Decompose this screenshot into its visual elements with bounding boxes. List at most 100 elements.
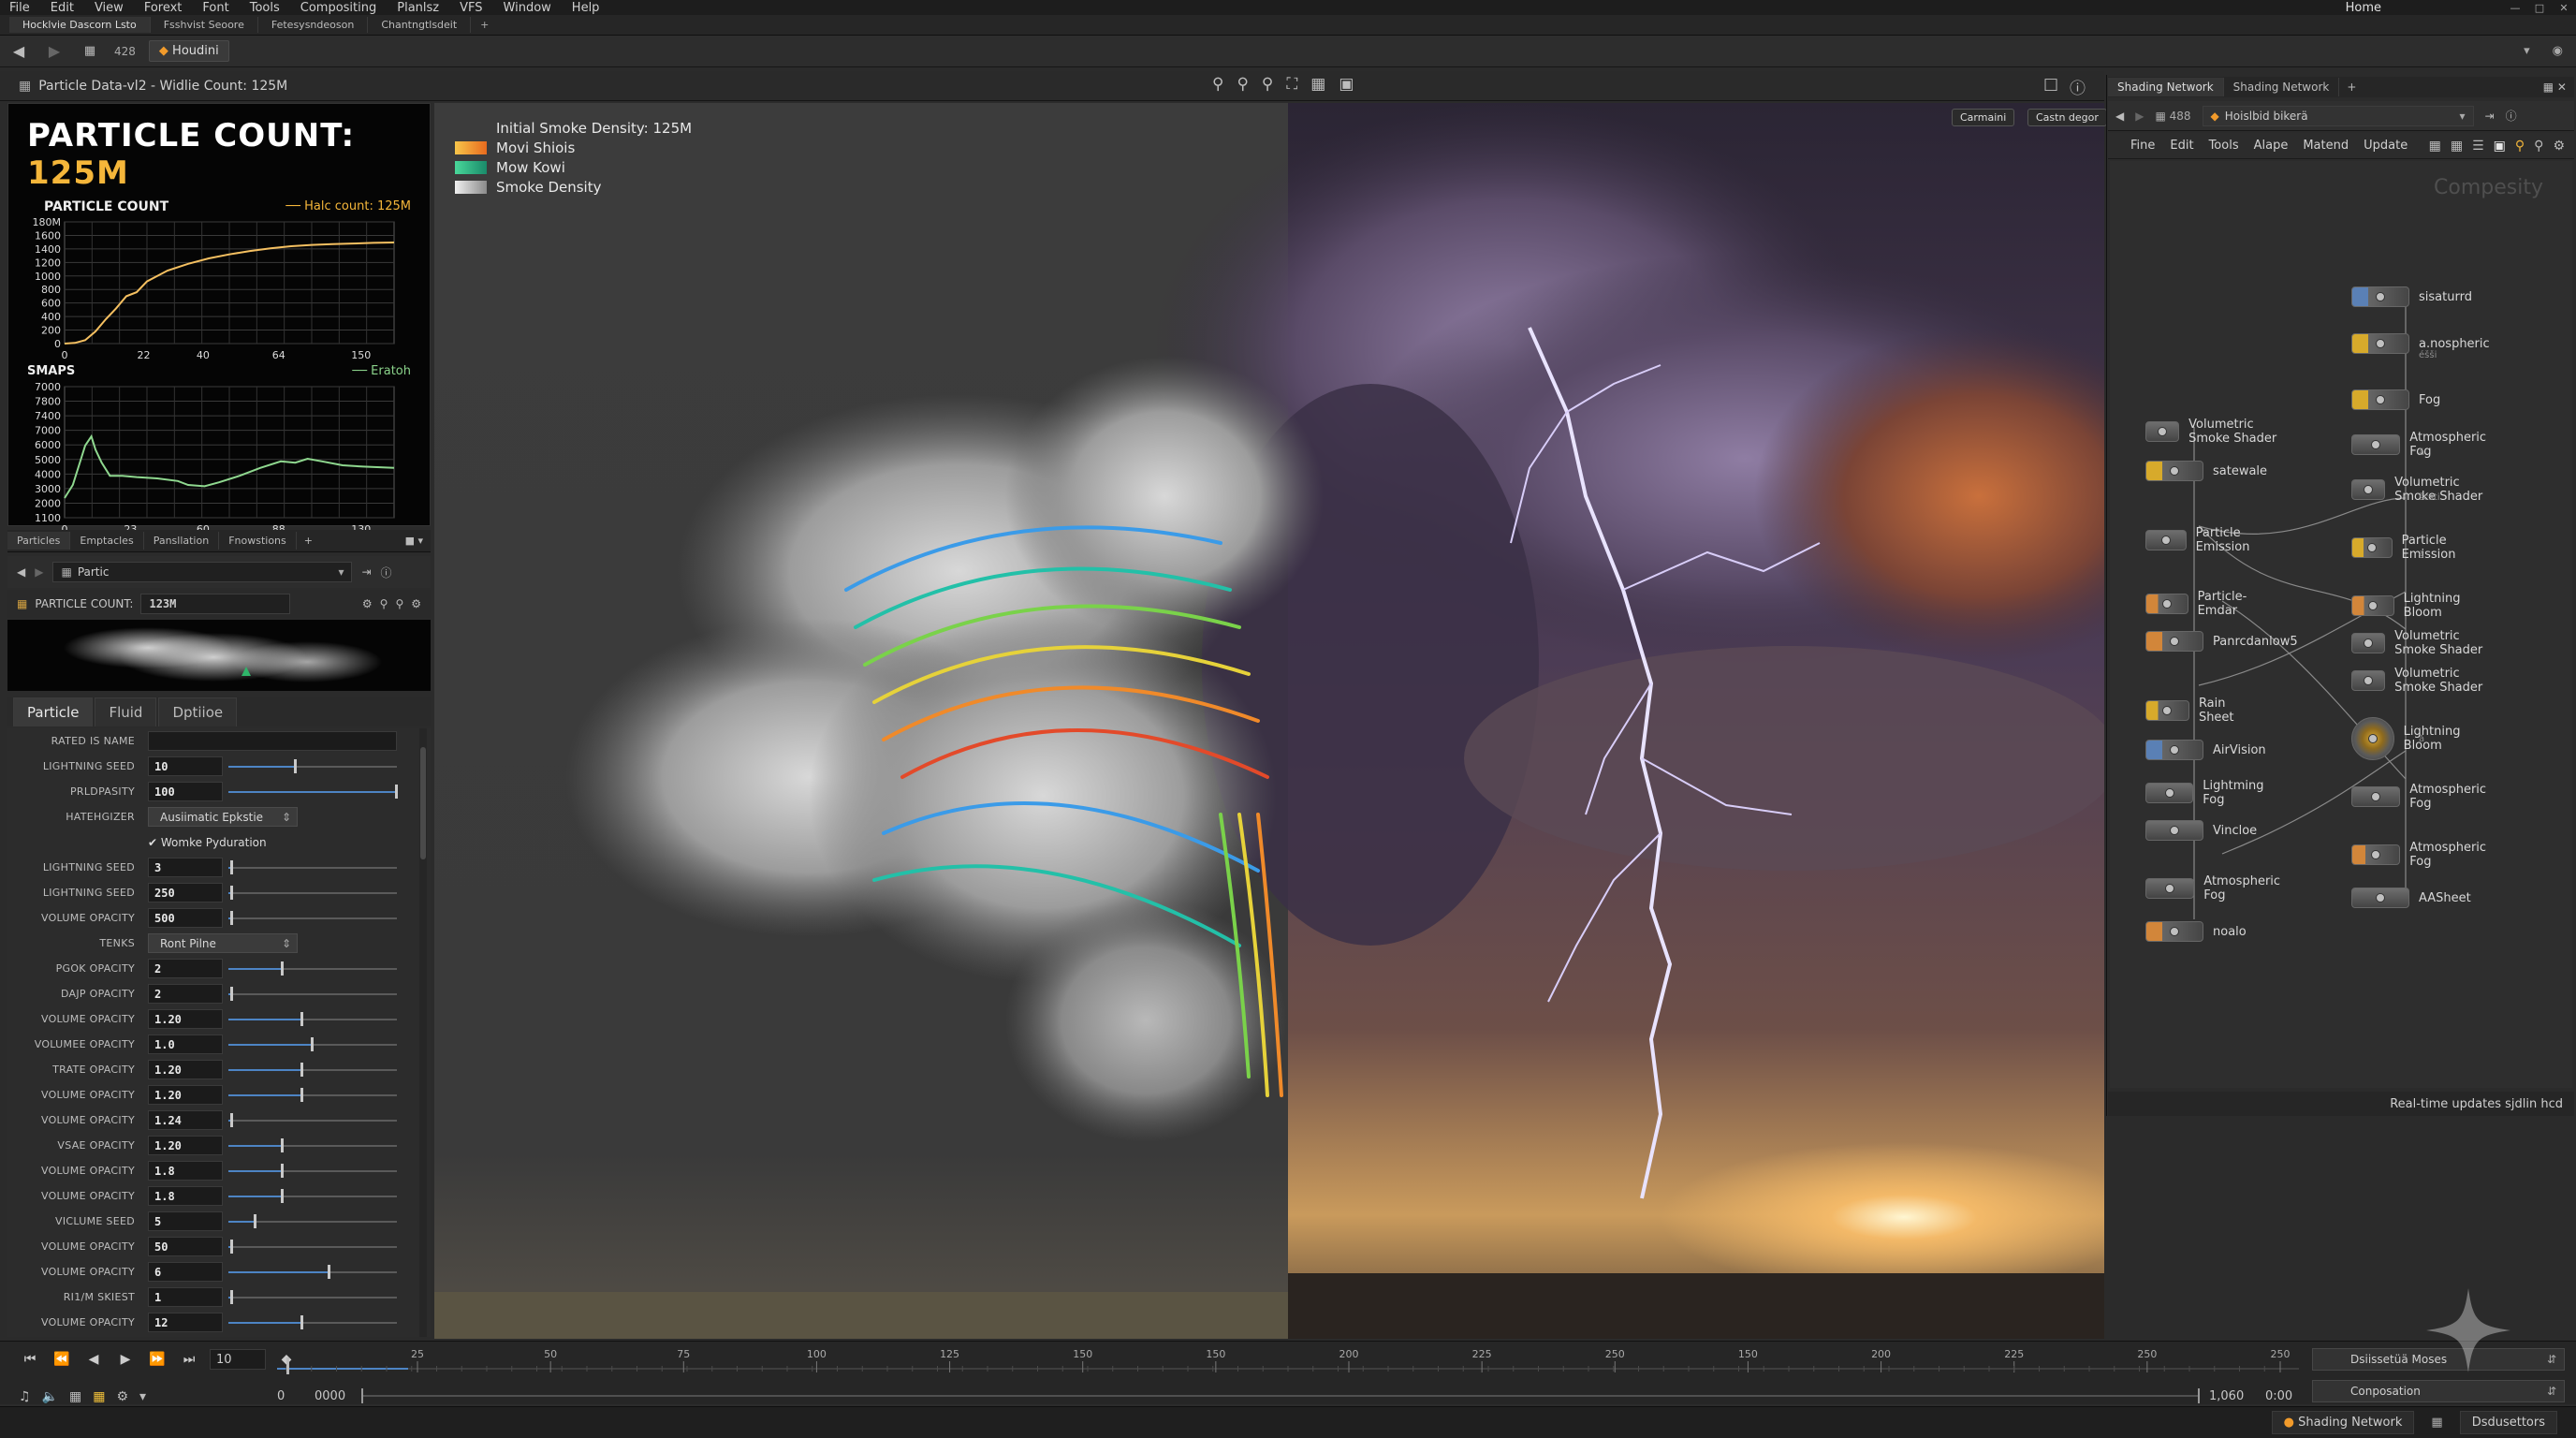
param-value-field[interactable]: 3: [148, 858, 223, 877]
param-value-field[interactable]: [148, 731, 397, 751]
particles-path-field[interactable]: ▦ Partic ▾: [52, 562, 353, 582]
network-node-chip[interactable]: ▦ 488: [2155, 110, 2190, 123]
network-menu-material[interactable]: Matend: [2303, 139, 2349, 153]
network-node[interactable]: Particle Emission š: [2351, 534, 2473, 562]
network-menu-update[interactable]: Update: [2364, 139, 2408, 153]
param-checkbox[interactable]: ✔ Womke Pyduration: [148, 836, 267, 849]
zoom-in-icon[interactable]: ⚲: [1212, 75, 1223, 94]
frame-all-icon[interactable]: ⛶: [1286, 75, 1297, 94]
param-value-field[interactable]: 1.24: [148, 1110, 223, 1130]
param-slider[interactable]: [228, 1287, 397, 1307]
status-shading-network[interactable]: ● Shading Network: [2271, 1411, 2415, 1434]
maximize-icon[interactable]: □: [2527, 2, 2552, 14]
menu-font[interactable]: Font: [202, 1, 228, 15]
step-forward-icon[interactable]: ⏩: [146, 1348, 168, 1371]
close-icon[interactable]: ✕: [2552, 2, 2576, 14]
pane-menu-icon[interactable]: ■ ▾: [405, 535, 423, 547]
menu-window[interactable]: Window: [504, 1, 551, 15]
node-box[interactable]: [2351, 888, 2409, 908]
network-node[interactable]: Atmospheric Fog: [2351, 841, 2496, 869]
status-dsdusettors[interactable]: Dsdusettors: [2459, 1411, 2557, 1434]
param-value-field[interactable]: 250: [148, 883, 223, 902]
network-node[interactable]: sisaturrd: [2351, 286, 2472, 307]
network-node[interactable]: Particle Emission: [2145, 526, 2267, 554]
param-slider[interactable]: [228, 908, 397, 928]
desktop-selector[interactable]: Home: [2346, 1, 2381, 15]
speaker-icon[interactable]: 🔈: [42, 1389, 58, 1404]
param-slider[interactable]: [228, 959, 397, 978]
network-node[interactable]: Lightning Bloom ă: [2351, 717, 2476, 760]
global-icon[interactable]: ⚙: [116, 1389, 128, 1404]
display-options-button[interactable]: Castn degor: [2027, 109, 2107, 126]
param-slider[interactable]: [228, 1161, 397, 1181]
desktop-tab[interactable]: Fsshvist Seoore: [151, 17, 258, 33]
slider-thumb[interactable]: [300, 1063, 304, 1077]
tab-fluid[interactable]: Fluid: [95, 697, 157, 726]
network-node[interactable]: Lightming Fog: [2145, 779, 2274, 807]
slider-thumb[interactable]: [280, 961, 284, 976]
param-value-field[interactable]: 2: [148, 984, 223, 1004]
path-context-chip[interactable]: ◆ Houdini: [148, 40, 229, 62]
scrollbar-thumb[interactable]: [420, 747, 426, 859]
network-node[interactable]: Particle-Emdar: [2145, 590, 2262, 618]
param-value-field[interactable]: 2: [148, 959, 223, 978]
network-node[interactable]: Vincloe: [2145, 820, 2257, 841]
network-node[interactable]: Atmospheric Fog: [2351, 783, 2496, 811]
pin-icon[interactable]: ⇥: [2485, 110, 2495, 123]
zoom-region-icon[interactable]: ⚲: [1262, 75, 1273, 94]
timeline-dropdown-2[interactable]: Conposation ⇵: [2312, 1380, 2565, 1402]
param-slider[interactable]: [228, 883, 397, 902]
help-icon[interactable]: ⓘ: [381, 565, 392, 580]
step-back-icon[interactable]: ⏪: [51, 1348, 73, 1371]
node-box[interactable]: [2351, 434, 2401, 455]
pane-menu-icon[interactable]: ▦ ✕: [2543, 81, 2567, 94]
param-value-field[interactable]: 100: [148, 782, 223, 801]
tab-emptacles[interactable]: Emptacles: [70, 532, 144, 550]
node-box[interactable]: [2351, 633, 2386, 653]
network-canvas[interactable]: [2110, 161, 2572, 1088]
param-slider[interactable]: [228, 1034, 397, 1054]
slider-thumb[interactable]: [311, 1037, 314, 1051]
zoom-icon[interactable]: ⚲: [395, 597, 403, 610]
slider-thumb[interactable]: [253, 1214, 256, 1228]
param-value-field[interactable]: 1.20: [148, 1060, 223, 1079]
particle-count-field[interactable]: 123M: [140, 594, 291, 614]
minimize-icon[interactable]: —: [2503, 2, 2527, 14]
tab-particles[interactable]: Particles: [7, 532, 71, 550]
chevron-down-icon[interactable]: ▾: [139, 1389, 146, 1404]
node-box[interactable]: [2351, 786, 2401, 807]
param-slider[interactable]: [228, 782, 398, 801]
3d-viewport[interactable]: [434, 103, 2104, 1339]
tab-particle[interactable]: Particle: [13, 697, 94, 726]
zoom-icon[interactable]: ⚲: [2534, 139, 2543, 154]
forward-arrow-icon[interactable]: ▶: [43, 40, 66, 63]
param-slider[interactable]: [228, 1060, 397, 1079]
range-slider[interactable]: [361, 1388, 2200, 1403]
cache-icon[interactable]: ▦: [69, 1389, 81, 1404]
search-icon[interactable]: ⚲: [380, 597, 388, 610]
slider-thumb[interactable]: [300, 1088, 304, 1102]
menu-tools[interactable]: Tools: [250, 1, 280, 15]
back-arrow-icon[interactable]: ◀: [17, 565, 25, 579]
slider-thumb[interactable]: [395, 785, 398, 799]
param-slider[interactable]: [228, 1186, 397, 1206]
back-arrow-icon[interactable]: ◀: [2115, 110, 2124, 123]
param-value-field[interactable]: 12: [148, 1313, 223, 1332]
slider-thumb[interactable]: [300, 1315, 304, 1329]
network-node[interactable]: AASheet: [2351, 888, 2471, 908]
node-box[interactable]: [2145, 594, 2188, 614]
param-value-field[interactable]: 1.8: [148, 1186, 223, 1206]
menu-forext[interactable]: Forext: [144, 1, 183, 15]
node-box[interactable]: [2145, 878, 2195, 899]
node-box[interactable]: [2351, 389, 2409, 410]
param-value-field[interactable]: 10: [148, 756, 223, 776]
param-slider[interactable]: [228, 1136, 397, 1155]
node-box[interactable]: [2145, 921, 2203, 942]
tab-shading-network-2[interactable]: Shading Network: [2224, 78, 2340, 96]
network-menu-layout[interactable]: Alape: [2254, 139, 2289, 153]
network-menu-edit[interactable]: Edit: [2170, 139, 2193, 153]
node-box[interactable]: [2351, 286, 2409, 307]
param-slider[interactable]: [228, 1237, 397, 1256]
tab-shading-network[interactable]: Shading Network: [2108, 78, 2224, 96]
playhead[interactable]: [286, 1357, 289, 1374]
